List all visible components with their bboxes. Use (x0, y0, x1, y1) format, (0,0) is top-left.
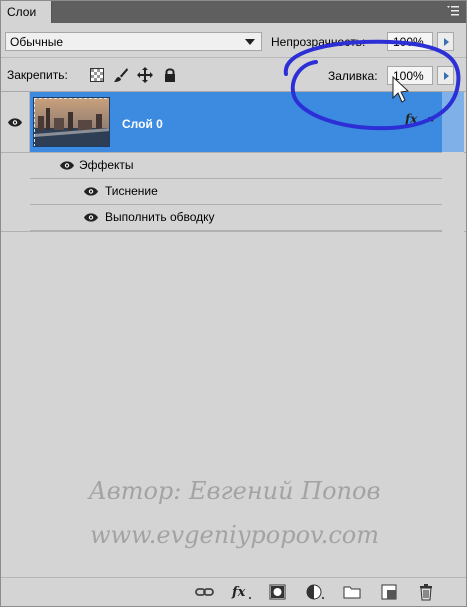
chevron-down-icon[interactable] (428, 117, 436, 122)
blend-mode-select[interactable]: Обычные (5, 32, 262, 51)
panel-menu-icon[interactable] (446, 5, 460, 17)
fill-label: Заливка: (328, 69, 378, 83)
scrollbar[interactable] (442, 92, 464, 522)
new-layer-icon[interactable] (380, 583, 398, 601)
effect-row[interactable]: Выполнить обводку (30, 205, 442, 231)
adjustment-icon[interactable] (306, 583, 324, 601)
opacity-field[interactable]: 100% (387, 32, 433, 51)
layer-visibility-cell[interactable] (1, 92, 30, 152)
divider (1, 231, 466, 232)
chevron-right-icon (444, 38, 449, 46)
lock-move-icon[interactable] (137, 67, 153, 83)
eye-icon[interactable] (60, 161, 74, 170)
eye-icon[interactable] (84, 213, 98, 222)
layer-thumbnail[interactable] (33, 97, 110, 147)
trash-icon[interactable] (417, 583, 435, 601)
lock-brush-icon[interactable] (113, 67, 129, 83)
layers-list: Слой 0 fx Эффекты Тиснение Выполнить обв… (1, 92, 466, 232)
lock-all-icon[interactable] (162, 67, 178, 83)
chevron-right-icon (444, 72, 449, 80)
opacity-value: 100% (393, 35, 424, 49)
mask-icon[interactable] (269, 583, 287, 601)
watermark-site: www.evgeniypopov.com (89, 521, 380, 549)
blend-mode-value: Обычные (10, 35, 64, 49)
link-layers-icon[interactable] (195, 583, 214, 601)
chevron-down-icon (245, 39, 255, 45)
fill-slider-button[interactable] (437, 66, 454, 85)
fill-field[interactable]: 100% (387, 66, 433, 85)
eye-icon[interactable] (8, 118, 22, 127)
layer-name[interactable]: Слой 0 (122, 117, 163, 131)
eye-icon[interactable] (84, 187, 98, 196)
lock-label: Закрепить: (7, 68, 68, 82)
layer-row[interactable]: Слой 0 fx (30, 92, 442, 152)
fill-value: 100% (393, 69, 424, 83)
svg-text:fx: fx (231, 585, 246, 600)
fx-icon[interactable]: fx (405, 112, 417, 126)
group-folder-icon[interactable] (343, 583, 361, 601)
effect-row[interactable]: Тиснение (30, 179, 442, 205)
opacity-label: Непрозрачность: (271, 35, 366, 49)
opacity-slider-button[interactable] (437, 32, 454, 51)
scrollbar-thumb[interactable] (442, 92, 464, 152)
layers-panel: Слои Обычные Непрозрачность: 100% Закреп… (0, 0, 467, 607)
fx-icon[interactable]: fx (231, 583, 251, 601)
tab-layers-label: Слои (7, 5, 37, 19)
effects-row[interactable]: Эффекты (30, 153, 442, 179)
panel-tab-bar: Слои (1, 1, 466, 23)
effect-label: Выполнить обводку (105, 210, 215, 224)
effect-label: Тиснение (105, 184, 158, 198)
tab-layers[interactable]: Слои (1, 1, 52, 23)
bottom-toolbar: fx (1, 577, 466, 607)
blend-row: Обычные Непрозрачность: 100% (1, 25, 466, 58)
lock-row: Закрепить: Заливка: 100% (1, 59, 466, 92)
effects-label: Эффекты (79, 158, 134, 172)
watermark-author: Автор: Евгений Попов (88, 477, 381, 505)
lock-transparent-icon[interactable] (89, 67, 105, 83)
